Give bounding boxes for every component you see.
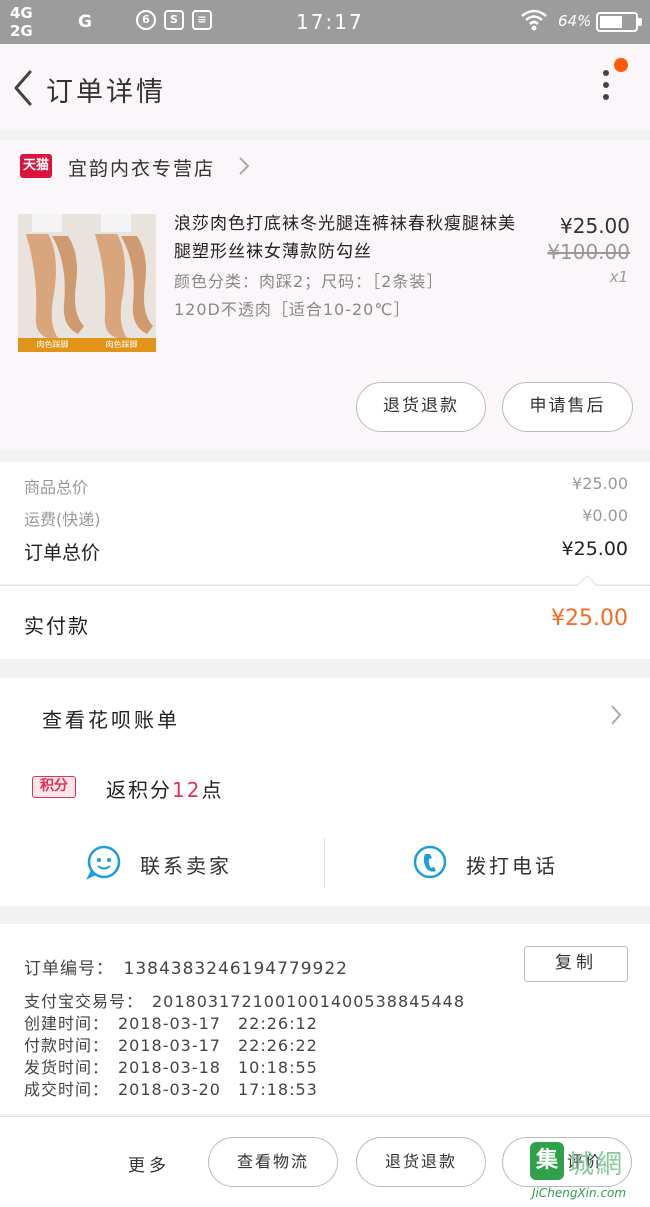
product-sku-line1: 颜色分类：肉踩2；尺码：［2条装］ (174, 272, 444, 291)
points-text-before: 返积分 (106, 778, 172, 802)
paid-value: ¥25.00 (551, 606, 628, 631)
product-sku-line2: 120D不透肉［适合10-20℃］ (174, 300, 411, 319)
huabei-section: 查看花呗账单 积分 返积分12点 联系卖家 拨打电话 (0, 678, 650, 906)
product-thumbnail[interactable]: 肉色踩脚 肉色踩脚 (18, 214, 156, 352)
watermark-url: JiChengXin.com (532, 1186, 627, 1200)
battery-percent: 64% (558, 12, 592, 30)
thumbnail-caption-left: 肉色踩脚 (36, 340, 69, 349)
after-sale-button[interactable]: 申请售后 (502, 382, 633, 432)
network-2g: 2G (10, 22, 33, 40)
header: 订单详情 (0, 44, 650, 130)
watermark-logo: 集 (530, 1142, 564, 1180)
more-button[interactable]: 更多 (128, 1151, 170, 1176)
notification-icons: 6 S ≡ (136, 10, 212, 30)
watermark-chars: 城網 (568, 1150, 625, 1180)
call-phone-label: 拨打电话 (466, 854, 558, 878)
points-text-after: 点 (201, 778, 224, 802)
battery-icon (596, 12, 642, 32)
store-row[interactable]: 天猫 宜韵内衣专营店 (0, 140, 650, 198)
points-text: 返积分12点 (106, 774, 223, 803)
order-number: 订单编号： 1384383246194779922 (24, 959, 349, 979)
tmall-icon: 天猫 (20, 154, 52, 178)
contact-divider (324, 838, 325, 888)
points-badge: 积分 (32, 776, 76, 798)
product-original-price: ¥100.00 (547, 240, 630, 264)
shipped-time: 发货时间： 2018-03-18 10:18:55 (24, 1058, 318, 1077)
view-logistics-button[interactable]: 查看物流 (208, 1137, 338, 1187)
order-info: 订单编号： 1384383246194779922 复制 支付宝交易号： 201… (0, 924, 650, 1114)
phone-icon (412, 844, 448, 880)
points-number: 12 (172, 778, 202, 802)
wifi-icon (520, 8, 548, 38)
price-summary: 商品总价 ¥25.00 运费(快递) ¥0.00 订单总价 ¥25.00 (0, 462, 650, 584)
refund-button[interactable]: 退货退款 (356, 382, 486, 432)
completed-time: 成交时间： 2018-03-20 17:18:53 (24, 1080, 318, 1099)
refund-bottom-button[interactable]: 退货退款 (356, 1137, 486, 1187)
order-total-value: ¥25.00 (561, 538, 628, 560)
notification-dot (614, 58, 628, 72)
network-g: G (78, 12, 92, 32)
site-watermark: 集 城網 JiChengXin.com (530, 1138, 648, 1204)
product-price: ¥25.00 (560, 214, 630, 238)
product-quantity: x1 (609, 268, 628, 286)
goods-total-label: 商品总价 (24, 478, 89, 497)
sync-icon: 6 (136, 10, 156, 30)
network-4g: 4G (10, 4, 33, 22)
contact-seller-label: 联系卖家 (140, 854, 232, 878)
paid-row: 实付款 ¥25.00 (0, 575, 650, 659)
network-indicator: 4G 2G (10, 4, 33, 40)
huabei-bill-link[interactable]: 查看花呗账单 (42, 704, 180, 733)
paid-label: 实付款 (24, 614, 90, 638)
battery-fill (600, 16, 622, 28)
page-title: 订单详情 (46, 77, 166, 108)
chevron-right-icon[interactable] (608, 704, 624, 726)
created-time: 创建时间： 2018-03-17 22:26:12 (24, 1014, 318, 1033)
back-arrow-icon[interactable] (10, 68, 38, 108)
chevron-right-icon (236, 156, 252, 176)
shipping-label: 运费(快递) (24, 510, 101, 529)
chat-bubble-icon (86, 844, 122, 880)
paid-time: 付款时间： 2018-03-17 22:26:22 (24, 1036, 318, 1055)
alipay-trade-number: 支付宝交易号： 2018031721001001400538845448 (24, 992, 466, 1011)
product-card[interactable]: 肉色踩脚 肉色踩脚 浪莎肉色打底袜冬光腿连裤袜春秋瘦腿袜美腿塑形丝袜女薄款防勾丝… (0, 198, 650, 450)
order-total-label: 订单总价 (24, 542, 101, 564)
thumbnail-caption-right: 肉色踩脚 (105, 340, 138, 349)
sim-icon: S (164, 10, 184, 30)
product-title[interactable]: 浪莎肉色打底袜冬光腿连裤袜春秋瘦腿袜美腿塑形丝袜女薄款防勾丝 (174, 210, 524, 266)
storage-icon: ≡ (192, 10, 212, 30)
product-sku: 颜色分类：肉踩2；尺码：［2条装］ 120D不透肉［适合10-20℃］ (174, 268, 524, 324)
store-name[interactable]: 宜韵内衣专营店 (68, 154, 215, 181)
thumbnail-caption: 肉色踩脚 肉色踩脚 (18, 338, 156, 352)
shipping-value: ¥0.00 (582, 506, 628, 525)
status-bar: 4G 2G G 6 S ≡ 17:17 64% (0, 0, 650, 44)
copy-button[interactable]: 复制 (524, 946, 628, 982)
status-time: 17:17 (296, 10, 364, 34)
goods-total-value: ¥25.00 (572, 474, 628, 493)
more-menu-icon[interactable] (598, 70, 614, 106)
